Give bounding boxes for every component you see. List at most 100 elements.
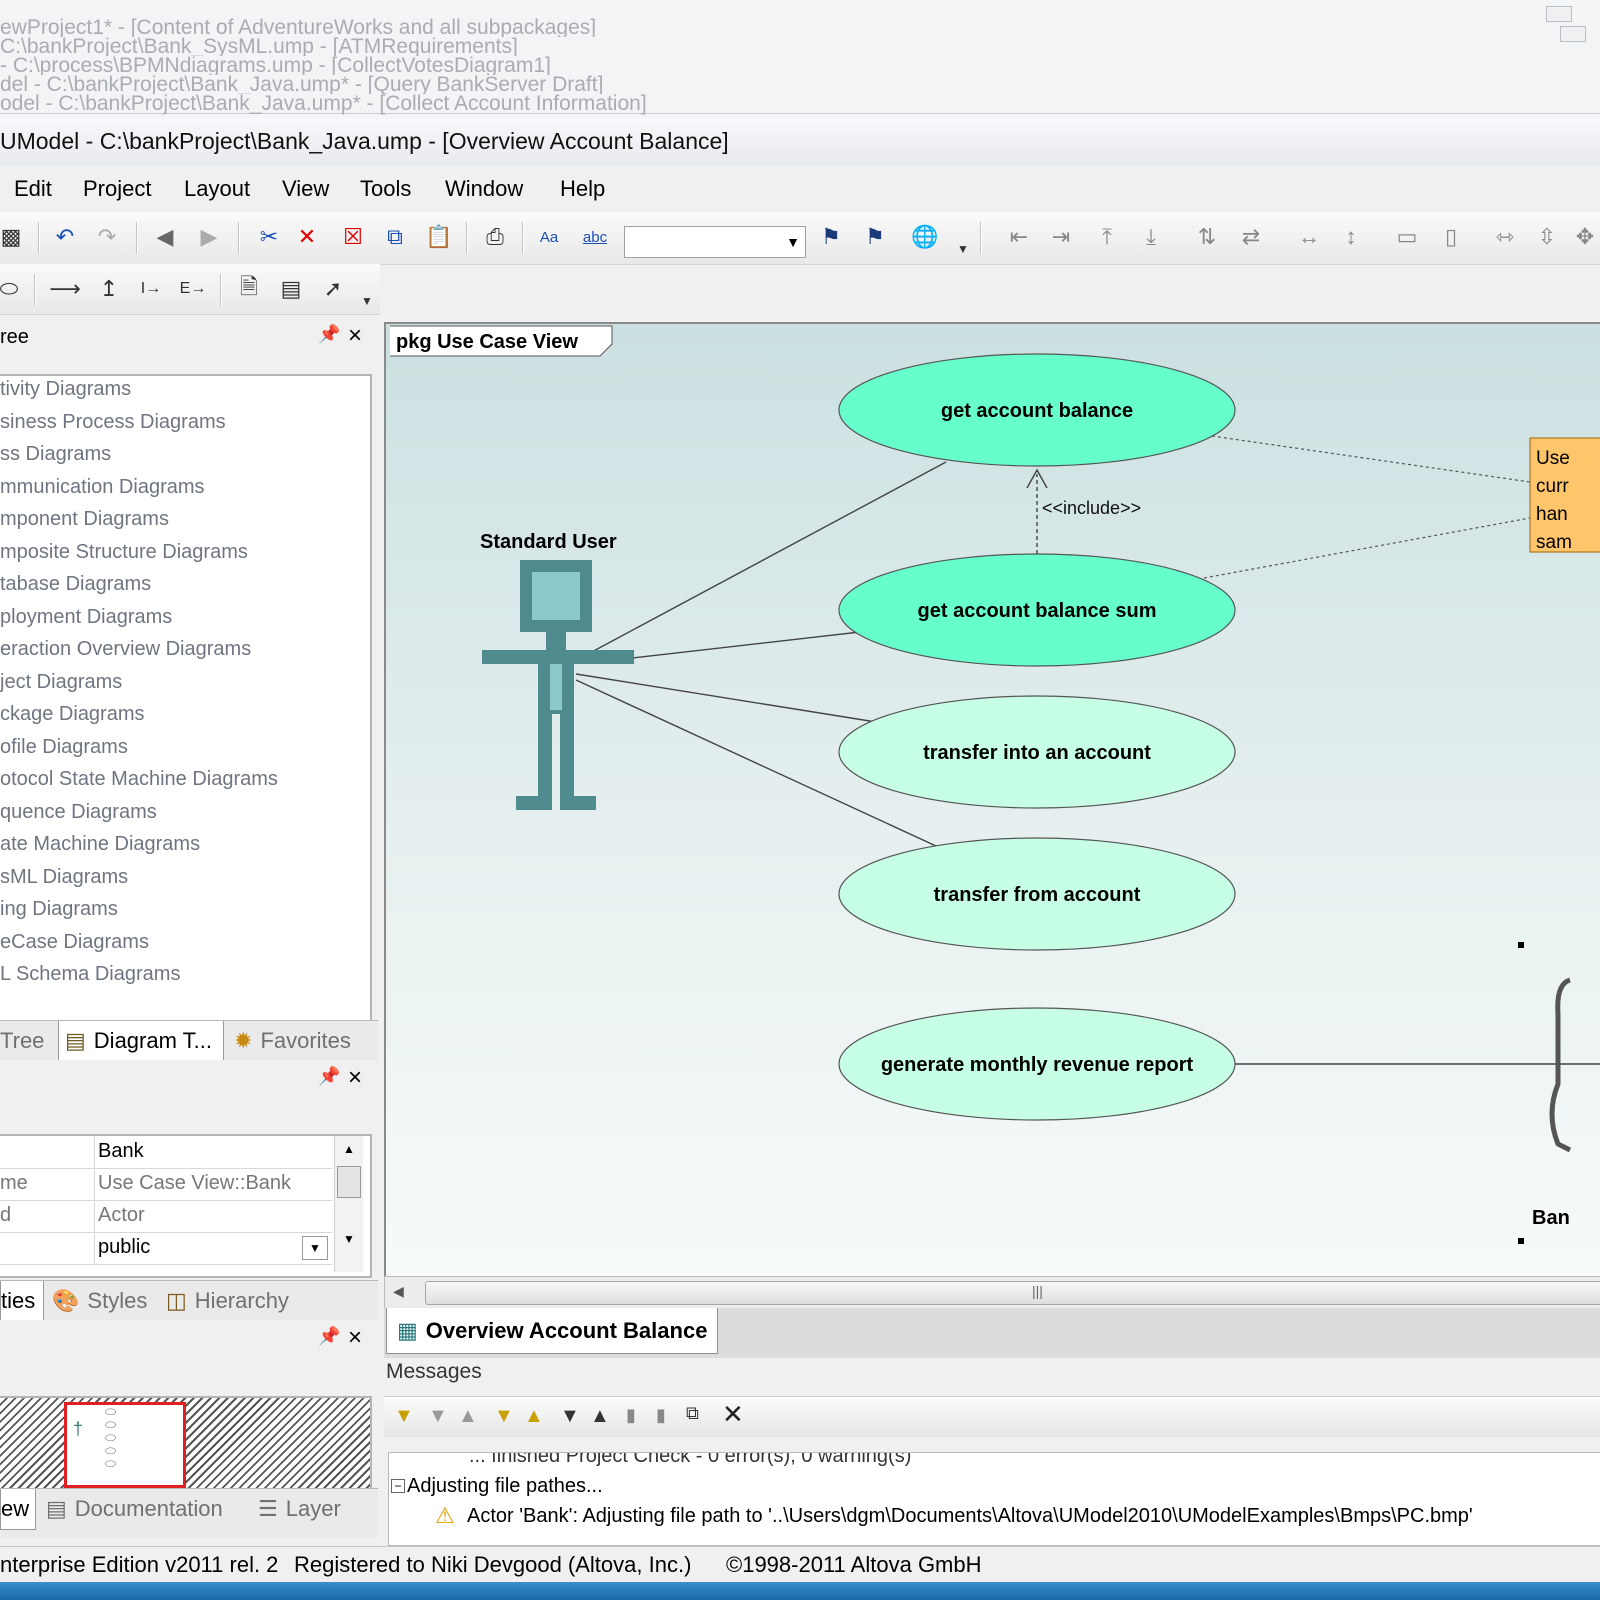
tree-item[interactable]: mmunication Diagrams [0,476,205,499]
note-anchor-line[interactable] [1203,517,1531,579]
scroll-left-icon[interactable]: ◀ [393,1283,404,1300]
messages-list[interactable]: ... finished Project Check - 0 error(s),… [388,1452,1600,1546]
close-icon[interactable]: × [348,1064,362,1092]
property-row[interactable]: Bank [0,1136,332,1169]
tab-layer[interactable]: ☰ Layer [258,1489,368,1529]
make-same-width-icon[interactable]: ▭ [1392,222,1422,252]
tree-item[interactable]: ployment Diagrams [0,606,172,629]
chevron-down-icon[interactable]: ▼ [781,227,805,257]
menu-help[interactable]: Help [560,176,605,202]
close-icon[interactable]: × [348,1324,362,1352]
property-value[interactable]: Use Case View::Bank [98,1172,291,1195]
tree-item[interactable]: ject Diagrams [0,671,122,694]
property-row[interactable]: public ▼ [0,1232,332,1265]
property-row[interactable]: me Use Case View::Bank [0,1168,332,1201]
association-icon[interactable]: ⟶ [49,274,81,304]
paste-icon[interactable]: 📋 [424,222,454,252]
property-value[interactable]: Actor [98,1204,145,1227]
message-line[interactable]: Adjusting file pathes... [407,1475,603,1498]
pin-icon[interactable]: 📌 [318,324,340,345]
generalization-icon[interactable]: ↥ [94,274,124,304]
clear-messages-icon[interactable]: ✕ [722,1399,744,1430]
tree-item[interactable]: eCase Diagrams [0,931,149,954]
tree-item[interactable]: tivity Diagrams [0,378,131,401]
menu-view[interactable]: View [282,176,329,202]
resize-width-icon[interactable]: ⇿ [1490,222,1520,252]
tab-properties[interactable]: ties [0,1281,44,1322]
collapse-icon[interactable]: − [391,1479,405,1493]
association-line[interactable] [575,673,877,723]
properties-scrollbar[interactable]: ▲ ▼ [334,1136,363,1272]
delete-icon[interactable]: ✕ [292,222,322,252]
menu-window[interactable]: Window [445,176,523,202]
resize-height-icon[interactable]: ⇳ [1532,222,1562,252]
chevron-down-icon[interactable]: ▼ [302,1236,328,1260]
include-relationship[interactable]: <<include>> [1026,468,1141,554]
next-warning-icon[interactable]: ▼ [494,1405,514,1428]
copy-all-icon[interactable]: ▮ [656,1405,666,1426]
center-vertical-icon[interactable]: ⇄ [1236,222,1266,252]
use-case[interactable]: get account balance [838,353,1236,467]
overview-viewport[interactable]: † ⬭ ⬭ ⬭ ⬭ ⬭ [64,1402,186,1488]
tab-hierarchy[interactable]: ◫ Hierarchy [166,1281,316,1321]
close-icon[interactable]: × [348,322,362,350]
scroll-down-icon[interactable]: ▼ [335,1232,363,1246]
actor-bank[interactable]: Ban [1518,942,1572,1244]
use-case-diagram[interactable]: pkg Use Case View <<include>> Standard U… [386,324,1600,1278]
tab-diagram-tree[interactable]: ▤ Diagram T... [58,1021,224,1061]
tree-item[interactable]: sML Diagrams [0,866,128,889]
use-case[interactable]: generate monthly revenue report [838,1007,1236,1121]
property-value[interactable]: public [98,1236,150,1259]
tree-item[interactable]: ing Diagrams [0,898,118,921]
note-icon[interactable]: 🗎 [234,274,264,304]
tree-item[interactable]: ate Machine Diagrams [0,833,200,856]
tree-item[interactable]: mponent Diagrams [0,508,169,531]
use-case[interactable]: transfer into an account [838,695,1236,809]
align-left-icon[interactable]: ⇤ [1004,222,1034,252]
space-down-icon[interactable]: ↕ [1336,222,1366,252]
use-case[interactable]: get account balance sum [838,553,1236,667]
tab-documentation[interactable]: ▤ Documentation [46,1489,246,1529]
scroll-thumb[interactable] [337,1166,361,1198]
tree-item[interactable]: L Schema Diagrams [0,963,180,986]
previous-warning-icon[interactable]: ▲ [524,1405,544,1428]
comment-icon[interactable]: ▤ [276,274,306,304]
pin-icon[interactable]: 📌 [318,1066,340,1087]
toolbar-overflow-icon[interactable]: ▼ [352,286,382,316]
tree-item[interactable]: eraction Overview Diagrams [0,638,251,661]
next-message-icon[interactable]: ▼ [428,1405,448,1428]
selection-handle[interactable] [1518,942,1524,948]
message-line[interactable]: ... finished Project Check - 0 error(s),… [469,1453,911,1468]
use-case[interactable]: transfer from account [838,837,1236,951]
save-icon[interactable]: ▩ [0,222,26,252]
menu-edit[interactable]: Edit [14,176,52,202]
background-window-control[interactable] [1546,6,1572,22]
cut-icon[interactable]: ✂ [254,222,284,252]
menu-project[interactable]: Project [83,176,151,202]
align-right-icon[interactable]: ⇥ [1046,222,1076,252]
make-same-height-icon[interactable]: ▯ [1436,222,1466,252]
replace-icon[interactable]: abc [580,222,610,252]
menu-layout[interactable]: Layout [184,176,250,202]
back-icon[interactable]: ◀ [150,222,180,252]
extend-icon[interactable]: E→ [178,274,208,304]
print-icon[interactable]: ⎙ [480,222,510,252]
align-top-icon[interactable]: ⤒ [1092,222,1122,252]
message-line[interactable]: Actor 'Bank': Adjusting file path to '..… [467,1505,1473,1528]
space-across-icon[interactable]: ↔ [1294,222,1324,252]
tree-item[interactable]: ss Diagrams [0,443,111,466]
background-window-control[interactable] [1560,26,1586,42]
tab-overview-account-balance[interactable]: ▦ Overview Account Balance [386,1308,718,1354]
note-anchor-line[interactable] [1211,435,1531,483]
find-next-icon[interactable]: ⚑ [860,222,890,252]
scroll-up-icon[interactable]: ▲ [335,1142,363,1156]
search-combo[interactable]: ▼ [624,226,806,258]
diagram-hscrollbar[interactable]: ◀ ||| [384,1276,1600,1310]
tree-item[interactable]: ofile Diagrams [0,736,128,759]
tree-item[interactable]: tabase Diagrams [0,573,151,596]
center-horizontal-icon[interactable]: ⇅ [1192,222,1222,252]
forward-icon[interactable]: ▶ [194,222,224,252]
tab-overview[interactable]: ew [0,1489,36,1530]
note[interactable]: Use curr han sam [1529,437,1600,553]
use-case-shape-icon[interactable]: ⬭ [0,274,24,304]
